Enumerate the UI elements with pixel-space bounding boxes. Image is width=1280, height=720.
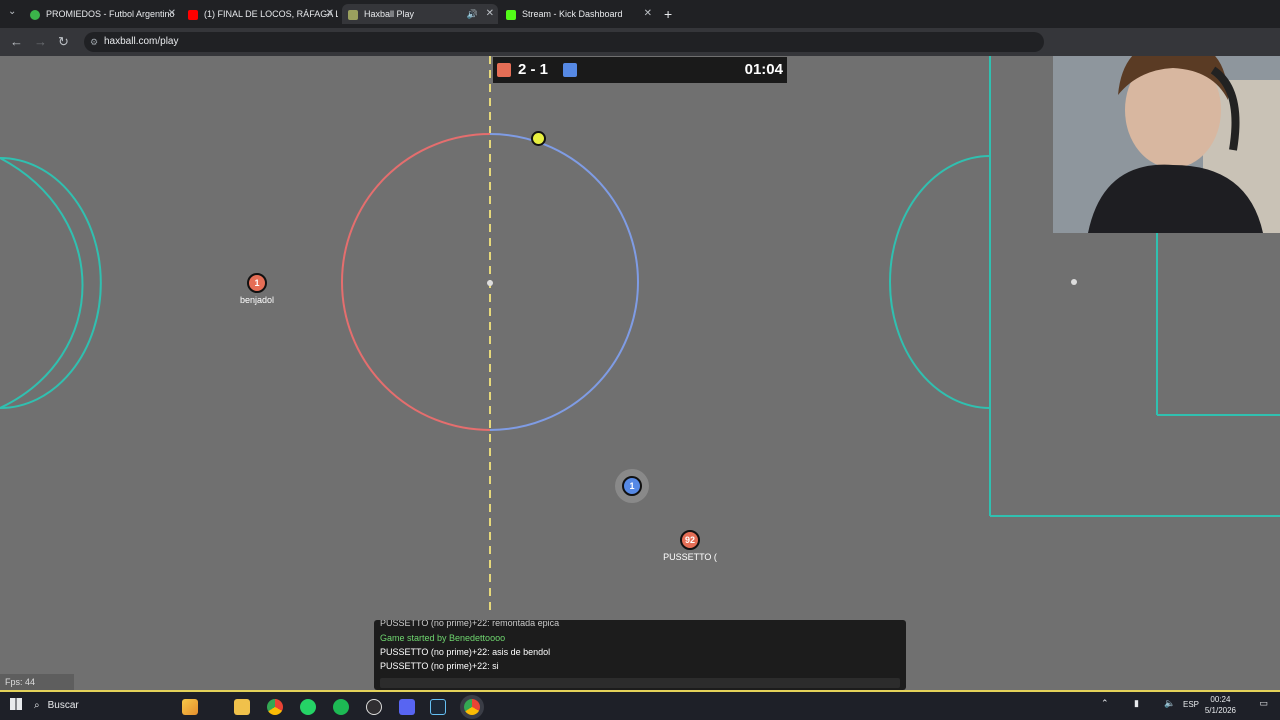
site-info-icon[interactable]: ⚙ (90, 32, 98, 52)
tab-label: PROMIEDOS - Futbol Argentino (46, 9, 175, 19)
webcam-overlay (1053, 56, 1280, 233)
streamer-webcam-image (1053, 56, 1280, 233)
windows-taskbar: ⌕ Buscar ⌃ ▮ 🔈 ESP 00:24 5/1/2026 ▭ (0, 690, 1280, 720)
chat-message: Game started by Benedettoooo (380, 633, 506, 643)
promiedos-icon (30, 9, 40, 20)
fps-counter: Fps: 44 (0, 674, 74, 690)
chrome-icon[interactable] (267, 699, 283, 715)
player-name: benjadol (239, 295, 275, 305)
obs-icon[interactable] (366, 699, 382, 715)
haxball-icon (348, 9, 358, 20)
kick-icon (506, 9, 516, 20)
chat-message: PUSSETTO (no prime)+22: asis de bendol (380, 647, 551, 657)
blue-team-square (563, 63, 577, 77)
steam-icon[interactable] (430, 699, 446, 715)
ball (531, 131, 546, 146)
player-red-pussetto: 92 (680, 530, 700, 550)
chat-input[interactable] (380, 678, 900, 688)
clock-time: 00:24 (1210, 695, 1231, 704)
tab-search-chevron-icon[interactable]: ⌄ (8, 6, 16, 17)
forward-icon[interactable]: → (34, 34, 47, 50)
kickoff-spot (487, 280, 493, 286)
close-tab-icon[interactable]: ✕ (326, 4, 334, 24)
player-number: 1 (254, 278, 260, 288)
tab-label: (1) FINAL DE LOCOS, RÁFAGA LI (204, 9, 338, 19)
chat-message: PUSSETTO (no prime)+22: si (380, 661, 499, 671)
search-label: Buscar (47, 700, 79, 711)
player-number: 92 (684, 535, 695, 545)
search-icon: ⌕ (34, 700, 40, 711)
reload-icon[interactable]: ↻ (58, 34, 69, 50)
tab-kick[interactable]: Stream - Kick Dashboard ✕ (506, 4, 656, 24)
copilot-icon[interactable] (182, 699, 198, 715)
url-text: haxball.com/play (104, 36, 179, 47)
match-timer: 01:04 (744, 61, 783, 78)
center-circle-blue-half (489, 133, 639, 431)
notifications-icon[interactable]: ▭ (1259, 698, 1268, 709)
left-arc-visible (0, 157, 84, 409)
tray-chevron-icon[interactable]: ⌃ (1101, 698, 1109, 709)
chat-message: PUSSETTO (no prime)+22: remontada epica (380, 620, 560, 628)
file-explorer-icon[interactable] (234, 699, 250, 715)
scoreboard: 2 - 1 01:04 (493, 57, 787, 83)
tab-promiedos[interactable]: PROMIEDOS - Futbol Argentino ✕ (30, 4, 180, 24)
chrome-active-icon[interactable] (464, 699, 480, 715)
whatsapp-icon[interactable] (300, 699, 316, 715)
score-text: 2 - 1 (518, 61, 549, 78)
clock-date: 5/1/2026 (1204, 706, 1236, 715)
taskbar-search[interactable]: ⌕ Buscar (34, 695, 174, 717)
taskbar-clock[interactable]: 00:24 5/1/2026 (1205, 694, 1236, 716)
spotify-icon[interactable] (333, 699, 349, 715)
right-arc (889, 155, 991, 409)
tab-youtube[interactable]: (1) FINAL DE LOCOS, RÁFAGA LI ✕ (188, 4, 338, 24)
new-tab-button[interactable]: + (664, 4, 672, 24)
close-tab-icon[interactable]: ✕ (644, 4, 652, 24)
audio-playing-icon[interactable]: 🔊 (467, 4, 478, 24)
close-tab-icon[interactable]: ✕ (486, 4, 494, 24)
language-indicator[interactable]: ESP (1183, 700, 1199, 709)
discord-icon[interactable] (399, 699, 415, 715)
player-blue-self: 1 (622, 476, 642, 496)
windows-start-icon[interactable] (10, 698, 22, 710)
back-icon[interactable]: ← (10, 34, 23, 50)
close-tab-icon[interactable]: ✕ (168, 4, 176, 24)
browser-toolbar: ← → ↻ ⚙ haxball.com/play (0, 28, 1280, 56)
volume-icon[interactable]: 🔈 (1164, 698, 1175, 709)
center-circle-red-half (341, 133, 491, 431)
chat-box: PUSSETTO (no prime)+22: remontada epica … (374, 620, 906, 690)
player-red-benjadol: 1 (247, 273, 267, 293)
player-name: PUSSETTO ( (663, 552, 717, 562)
player-number: 1 (629, 481, 635, 491)
tab-haxball[interactable]: Haxball Play 🔊 ✕ (342, 4, 498, 24)
penalty-spot (1071, 279, 1077, 285)
browser-tab-strip: ⌄ PROMIEDOS - Futbol Argentino ✕ (1) FIN… (0, 0, 1280, 28)
haxball-game[interactable]: 2 - 1 01:04 1 benjadol 1 92 PUSSETTO ( P… (0, 56, 1280, 690)
red-team-square (497, 63, 511, 77)
tab-label: Haxball Play (364, 9, 415, 19)
network-icon[interactable]: ▮ (1134, 698, 1139, 709)
youtube-icon (188, 9, 198, 20)
address-bar[interactable]: ⚙ haxball.com/play (84, 32, 1044, 52)
tab-label: Stream - Kick Dashboard (522, 9, 623, 19)
